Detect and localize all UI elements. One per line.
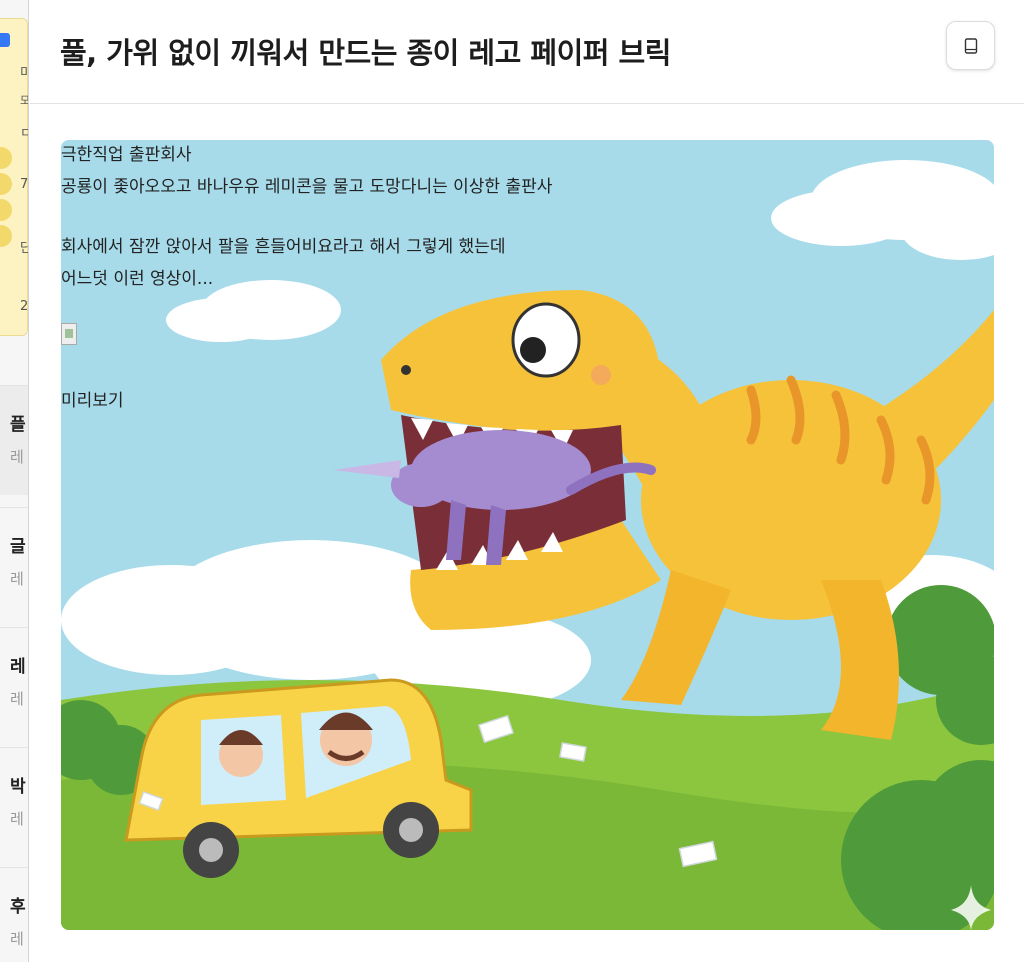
note-line: 7 (20, 177, 29, 192)
list-item[interactable]: 글 레 (0, 507, 28, 617)
list-item-subtitle: 레 (10, 930, 24, 948)
page-title: 풀, 가위 없이 끼워서 만드는 종이 레고 페이퍼 브릭 (60, 36, 671, 70)
list-item-subtitle: 레 (10, 690, 24, 708)
sticky-note-card[interactable]: 미 모 ㅁ 7 단 2 (0, 18, 28, 336)
note-line: 2 (20, 299, 29, 314)
cartoon-illustration (61, 140, 994, 930)
post-text-line: 공룡이 좇아오오고 바나우유 레미콘을 물고 도망다니는 이상한 출판사 (61, 177, 553, 197)
content-image: 극한직업 출판회사 공룡이 좇아오오고 바나우유 레미콘을 물고 도망다니는 이… (61, 140, 994, 930)
note-line: 단 (20, 237, 28, 256)
sidebar: 미 모 ㅁ 7 단 2 플 레 글 레 레 레 박 레 후 레 (0, 0, 29, 962)
note-bullet-icon (0, 173, 12, 195)
list-item-subtitle: 레 (10, 448, 24, 466)
list-item-title: 박 (10, 777, 26, 797)
note-line: 모 (20, 92, 28, 108)
note-bullet-icon (0, 199, 12, 221)
list-item[interactable]: 플 레 (0, 385, 28, 495)
note-bullet-icon (0, 147, 12, 169)
note-line: ㅁ (20, 122, 28, 141)
broken-image-icon (61, 323, 77, 345)
list-item[interactable]: 레 레 (0, 627, 28, 737)
reader-mode-button[interactable] (946, 21, 995, 70)
list-item-title: 후 (10, 897, 26, 917)
post-text-line: 극한직업 출판회사 (61, 145, 192, 165)
checkbox-icon[interactable] (0, 33, 10, 47)
preview-caption: 미리보기 (61, 391, 124, 411)
note-header: 풀, 가위 없이 끼워서 만드는 종이 레고 페이퍼 브릭 (30, 0, 1024, 104)
list-item-subtitle: 레 (10, 810, 24, 828)
list-item-title: 글 (10, 537, 26, 557)
list-item-title: 플 (10, 415, 26, 435)
list-item[interactable]: 후 레 (0, 867, 28, 962)
post-text-line: 회사에서 잠깐 앉아서 팔을 흔들어비요라고 해서 그렇게 했는데 (61, 237, 506, 257)
list-item-subtitle: 레 (10, 570, 24, 588)
post-text-line: 어느덧 이런 영상이... (61, 269, 214, 289)
book-icon (964, 37, 977, 54)
note-line: 미 (20, 62, 28, 81)
list-item[interactable]: 박 레 (0, 747, 28, 857)
note-bullet-icon (0, 225, 12, 247)
list-item-title: 레 (10, 657, 26, 677)
